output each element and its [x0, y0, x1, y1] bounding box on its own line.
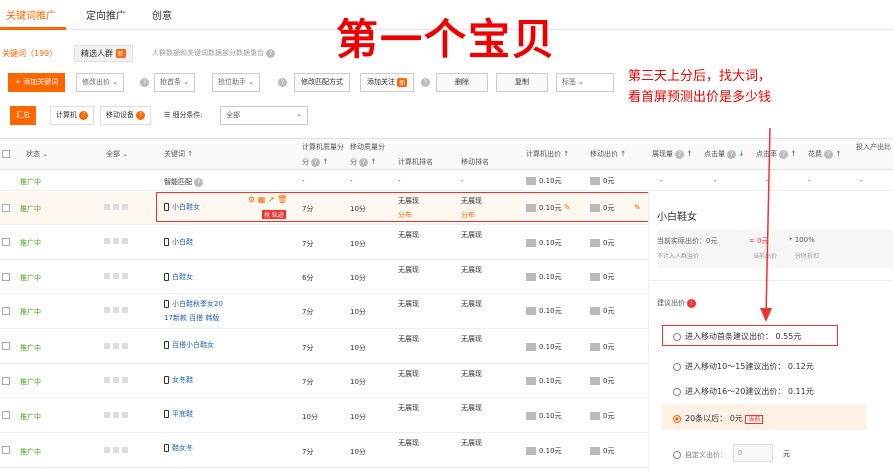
arrow-line	[765, 127, 771, 317]
arrow-head	[760, 308, 772, 322]
annotation-arrow	[760, 127, 772, 322]
